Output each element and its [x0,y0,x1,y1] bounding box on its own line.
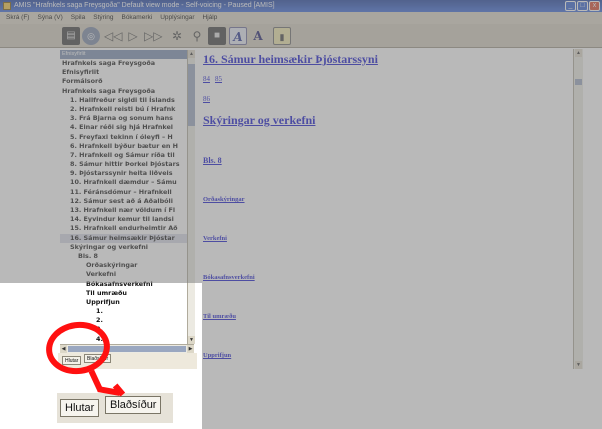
tree-item[interactable]: Upprifjun [60,298,187,307]
tree-vertical-scrollbar[interactable]: ▲ ▼ [187,50,195,344]
tree-item[interactable]: 12. Sámur sest að á Aðalbóli [60,197,187,206]
tree-item-selected[interactable]: 16. Sámur heimsækir Þjóstar [60,233,187,243]
menu-help[interactable]: Hjálp [203,12,218,24]
tree-item[interactable]: 3. Frá Bjarna og sonum hans [60,114,187,123]
section-heading[interactable]: Skýringar og verkefni [203,113,315,128]
toc-tree[interactable]: Hrafnkels saga Freysgoða Efnisyfirlit Fo… [60,59,187,345]
font-icon[interactable]: A [229,27,247,45]
stop-icon[interactable]: ■ [208,27,226,45]
tree-item[interactable]: 13. Hrafnkell nær völdum í Fl [60,206,187,215]
previous-icon[interactable]: ◁◁ [104,27,122,45]
menu-view[interactable]: Sýna (V) [37,12,62,24]
app-icon [3,2,11,10]
tree-item[interactable]: Bókasafnsverkefni [60,280,187,289]
tree-item[interactable]: 7. Hrafnkell og Sámur ríða til [60,151,187,160]
content-heading[interactable]: 16. Sámur heimsækir Þjóstarssyni [203,52,378,67]
maximize-button[interactable]: □ [577,1,588,11]
tree-item[interactable]: 1. [60,307,187,316]
book-icon[interactable]: ▮ [273,27,291,45]
menu-play[interactable]: Spila [71,12,85,24]
scroll-thumb[interactable] [188,64,195,126]
tree-item[interactable]: Bls. 8 [60,252,187,261]
scroll-down-icon[interactable]: ▼ [575,361,582,369]
tree-item[interactable]: 14. Eyvindur kemur til landsi [60,215,187,224]
amis-window: AMIS "Hrafnkels saga Freysgoða" Default … [0,0,602,429]
toolbar: ▤ ◎ ◁◁ ▷ ▷▷ ✲ ⚲ ■ A A ▮ [0,24,602,48]
scroll-up-icon[interactable]: ▲ [575,49,582,57]
tree-item[interactable]: Efnisyfirlit [60,68,187,77]
zoom-callout: Hlutar Blaðsíður [57,393,173,423]
menu-navigate[interactable]: Stýring [93,12,113,24]
title-bar: AMIS "Hrafnkels saga Freysgoða" Default … [0,0,602,12]
tree-item[interactable]: Orðaskýringar [60,261,187,270]
tree-item[interactable]: 8. Sámur hittir Þorkel Þjóstars [60,160,187,169]
tree-item[interactable]: Til umræðu [60,289,187,298]
tree-item[interactable]: 15. Hrafnkell endurheimtir Að [60,224,187,233]
menu-bar: Skrá (F) Sýna (V) Spila Stýring Bókamerk… [0,12,602,24]
zoom-icon[interactable]: ⚲ [188,27,206,45]
content-scrollbar[interactable]: ▲ ▼ [573,49,583,369]
tree-item[interactable]: 4. Einar réði sig hjá Hrafnkel [60,123,187,132]
callout-tab-parts: Hlutar [60,399,100,417]
tree-item[interactable]: 5. Freyfaxi tekinn í óleyfi – H [60,133,187,142]
window-controls: _ □ x [565,1,600,11]
page-label-link[interactable]: Bls. 8 [203,156,222,165]
scroll-down-icon[interactable]: ▼ [188,336,195,344]
scroll-right-icon[interactable]: ▶ [187,345,194,353]
content-link-review[interactable]: Upprifjun [203,352,231,359]
tree-item[interactable]: 2. Hrafnkell reisti bú í Hrafnk [60,105,187,114]
scroll-thumb[interactable] [575,79,582,85]
folder-open-icon[interactable]: ▤ [62,27,80,45]
page-link[interactable]: 85 [215,75,222,83]
page-link[interactable]: 84 [203,75,210,83]
play-icon[interactable]: ▷ [124,27,142,45]
tree-item[interactable]: Formálsorð [60,77,187,86]
tree-item[interactable]: 9. Þjóstarssynir heita liðveis [60,169,187,178]
tree-item[interactable]: 10. Hrafnkell dæmdur – Sámu [60,178,187,187]
page-link[interactable]: 86 [203,95,210,103]
next-icon[interactable]: ▷▷ [144,27,162,45]
scroll-up-icon[interactable]: ▲ [188,50,195,58]
content-link-library[interactable]: Bókasafnsverkefni [203,274,255,281]
tree-item[interactable]: Verkefni [60,270,187,279]
window-title: AMIS "Hrafnkels saga Freysgoða" Default … [14,2,275,9]
minimize-button[interactable]: _ [565,1,576,11]
tree-item[interactable]: 11. Féránsdómur – Hrafnkell [60,188,187,197]
tree-item[interactable]: Hrafnkels saga Freysgoða [60,59,187,68]
close-button[interactable]: x [589,1,600,11]
callout-tab-pages: Blaðsíður [105,396,162,414]
disc-icon[interactable]: ◎ [82,27,100,45]
settings-icon[interactable]: ✲ [168,27,186,45]
tree-item[interactable]: 6. Hrafnkell býður bætur en H [60,142,187,151]
font-size-icon[interactable]: A [249,27,267,45]
tree-item[interactable]: 1. Hallfreður sigldi til Íslands [60,96,187,105]
menu-bookmarks[interactable]: Bókamerki [121,12,152,24]
tree-item[interactable]: Skýringar og verkefni [60,243,187,252]
menu-file[interactable]: Skrá (F) [6,12,29,24]
content-link-discussion[interactable]: Til umræðu [203,313,236,320]
panel-header: Efnisyfirlit [60,50,194,59]
content-link-glossary[interactable]: Orðaskýringar [203,196,245,203]
menu-info[interactable]: Upplýsingar [160,12,194,24]
content-pane: 16. Sámur heimsækir Þjóstarssyni 84 85 8… [197,49,573,369]
content-link-exercises[interactable]: Verkefni [203,235,227,242]
tree-item[interactable]: Hrafnkels saga Freysgoða [60,87,187,96]
